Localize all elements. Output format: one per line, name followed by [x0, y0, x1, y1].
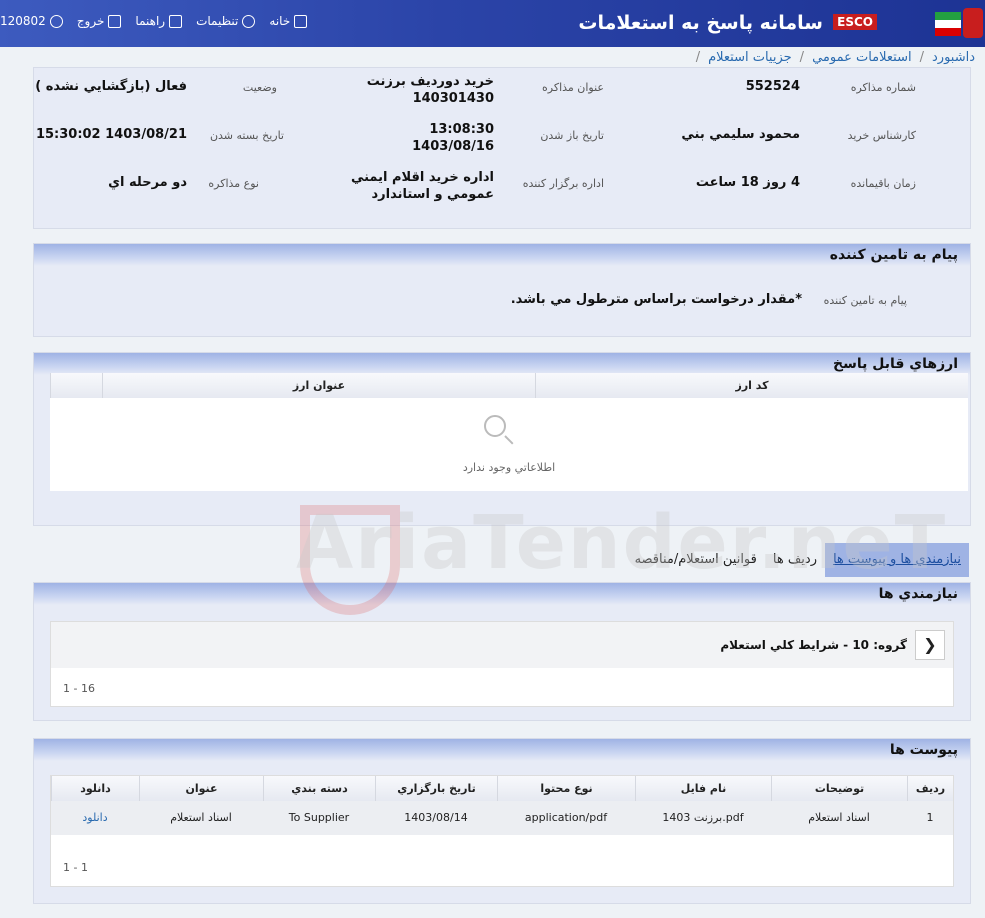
dept-value-2: عمومي و استاندارد: [371, 187, 494, 202]
dept-value-1: اداره خريد اقلام ايمني: [350, 170, 494, 185]
remaining-value: 4 روز 18 ساعت: [695, 175, 800, 190]
col-download[interactable]: دانلود: [51, 776, 139, 801]
breadcrumb-dashboard[interactable]: داشبورد: [932, 50, 975, 65]
dept-label: اداره برگزار کننده: [522, 177, 604, 190]
close-label: تاريخ بسته شدن: [209, 129, 284, 142]
open-label: تاريخ باز شدن: [540, 129, 604, 142]
settings-button[interactable]: تنظيمات: [196, 14, 256, 28]
attachments-title: پيوست ها: [889, 742, 958, 758]
col-title[interactable]: عنوان: [139, 776, 263, 801]
watermark: AriaTender.neT: [296, 500, 948, 586]
number-value: 552524: [745, 79, 800, 94]
type-value: دو مرحله اي: [108, 175, 187, 190]
breadcrumb-public-inquiries[interactable]: استعلامات عمومي: [812, 50, 912, 65]
needs-group-label: گروه: 10 - شرايط کلي استعلام: [720, 638, 907, 652]
flag-icon: [935, 12, 961, 36]
details-panel: شماره مذاکره 552524 عنوان مذاکره خريد دو…: [33, 67, 971, 229]
number-label: شماره مذاکره: [850, 81, 916, 94]
supplier-message-title: پيام به تامين کننده: [829, 247, 958, 263]
needs-pager: 1 - 16: [63, 682, 95, 695]
logout-icon: [108, 14, 122, 28]
remaining-label: زمان باقيمانده: [850, 177, 916, 190]
needs-title: نيازمندي ها: [878, 586, 958, 602]
status-value: فعال (بازگشايي نشده ): [35, 79, 187, 94]
app-title: سامانه پاسخ به استعلامات: [578, 12, 823, 34]
supplier-message-panel: پيام به تامين کننده پيام به تامين کننده …: [33, 243, 971, 337]
expert-label: کارشناس خريد: [847, 129, 916, 142]
attachments-panel: پيوست ها رديف توضيحات نام فايل نوع محتوا…: [33, 738, 971, 904]
search-icon: [484, 415, 506, 437]
open-date-value: 1403/08/16: [412, 139, 494, 154]
brand-logo: ESCO: [833, 14, 877, 30]
table-row: 1 اسناد استعلام برزنت 1403.pdf applicati…: [51, 801, 953, 835]
supplier-message-label: پيام به تامين کننده: [823, 294, 907, 307]
needs-group-box: ❯ گروه: 10 - شرايط کلي استعلام 1 - 16: [50, 621, 954, 707]
col-currency-title[interactable]: عنوان ارز: [102, 373, 535, 398]
company-logo: [963, 8, 983, 38]
col-content-type[interactable]: نوع محتوا: [497, 776, 635, 801]
user-code[interactable]: 120802: [0, 14, 63, 28]
title-value-1: خريد دورديف برزنت: [366, 74, 494, 89]
attachments-table: رديف توضيحات نام فايل نوع محتوا تاريخ با…: [50, 775, 954, 887]
title-label: عنوان مذاکره: [542, 81, 604, 94]
col-currency-code[interactable]: کد ارز: [535, 373, 968, 398]
type-label: نوع مذاکره: [208, 177, 259, 190]
col-description[interactable]: توضيحات: [771, 776, 907, 801]
top-bar: 120802 خروج راهنما تنظيمات خانه سامانه پ…: [0, 0, 985, 47]
currencies-title: ارزهاي قابل پاسخ: [832, 356, 958, 372]
col-upload-date[interactable]: تاريخ بارگزاري: [375, 776, 497, 801]
gear-icon: [242, 14, 256, 28]
top-nav: 120802 خروج راهنما تنظيمات خانه: [0, 14, 308, 28]
expert-value: محمود سليمي بني: [681, 127, 800, 142]
close-value: 1403/08/21 15:30:02: [35, 127, 187, 142]
user-icon: [49, 14, 63, 28]
supplier-message-text: *مقدار درخواست براساس مترطول مي باشد.: [510, 292, 802, 307]
title-value-2: 140301430: [412, 91, 494, 106]
logout-button[interactable]: خروج: [77, 14, 122, 28]
currencies-table: کد ارز عنوان ارز اطلاعاتي وجود ندارد: [50, 373, 968, 491]
home-button[interactable]: خانه: [269, 14, 308, 28]
empty-message: اطلاعاتي وجود ندارد: [462, 461, 556, 474]
open-time-value: 13:08:30: [429, 122, 494, 137]
status-label: وضعيت: [242, 81, 277, 94]
breadcrumb: داشبورد / استعلامات عمومي / جزييات استعل…: [695, 49, 975, 65]
col-file-name[interactable]: نام فايل: [635, 776, 771, 801]
col-category[interactable]: دسته بندي: [263, 776, 375, 801]
breadcrumb-inquiry-details[interactable]: جزييات استعلام: [708, 50, 792, 65]
attachments-pager: 1 - 1: [63, 861, 88, 874]
download-link[interactable]: دانلود: [51, 811, 139, 824]
expand-group-button[interactable]: ❯: [915, 630, 945, 660]
needs-panel: نيازمندي ها ❯ گروه: 10 - شرايط کلي استعل…: [33, 582, 971, 721]
guide-button[interactable]: راهنما: [135, 14, 183, 28]
book-icon: [169, 14, 183, 28]
home-icon: [294, 14, 308, 28]
col-index[interactable]: رديف: [907, 776, 953, 801]
